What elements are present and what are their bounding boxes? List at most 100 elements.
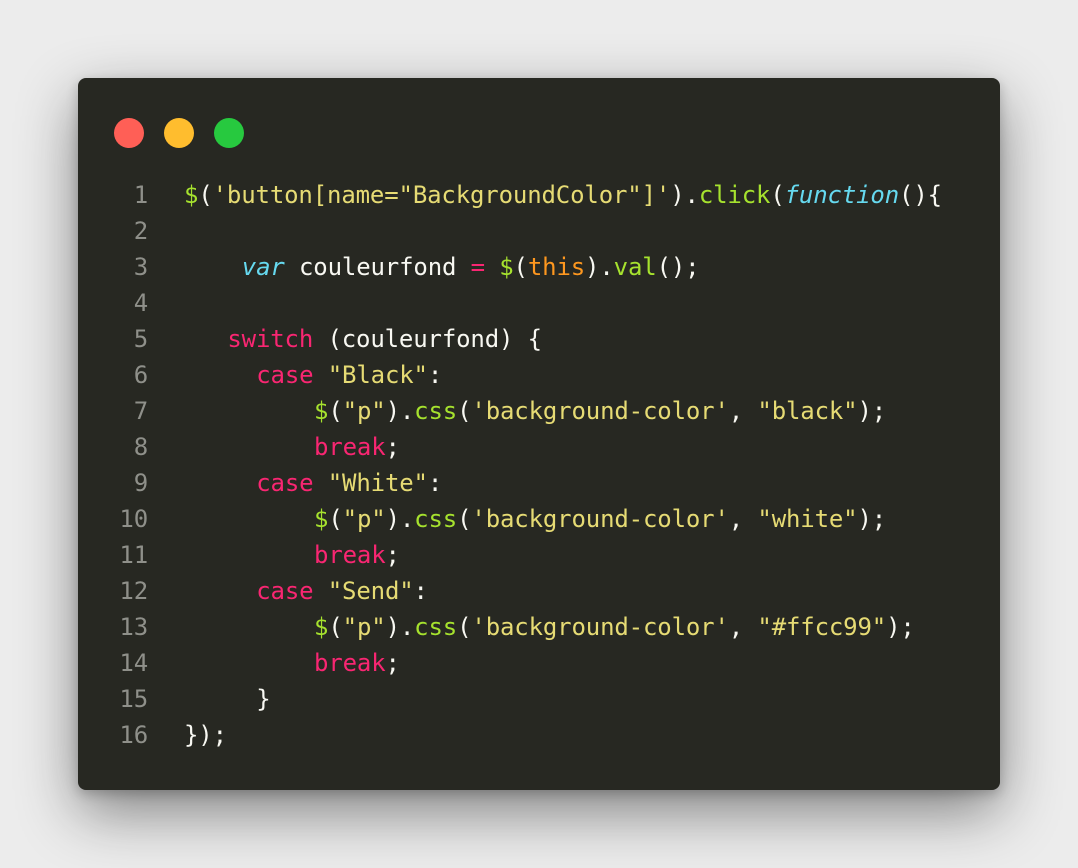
code-token-function: css [414, 397, 458, 425]
code-token-string: "black" [757, 397, 858, 425]
code-line: 6 case "Black": [78, 357, 1000, 393]
code-line-content: switch (couleurfond) { [184, 321, 542, 357]
code-token-plain: (); [656, 253, 700, 281]
minimize-window-button[interactable] [164, 118, 194, 148]
code-token-function: $ [314, 397, 329, 425]
line-number: 8 [133, 433, 148, 461]
code-token-plain: ). [385, 397, 415, 425]
code-token-string: 'background-color' [471, 505, 729, 533]
line-number: 15 [119, 685, 148, 713]
code-token-storage-italic: function [784, 181, 900, 209]
code-token-function: $ [184, 181, 199, 209]
code-token-plain: ); [857, 397, 887, 425]
code-token-string: "white" [757, 505, 858, 533]
code-token-plain: ( [457, 505, 472, 533]
code-line-content: break; [184, 645, 400, 681]
line-number: 6 [133, 361, 148, 389]
code-token-string: "White" [327, 469, 428, 497]
code-token-this: this [527, 253, 586, 281]
code-token-keyword: switch [227, 325, 314, 353]
line-number: 11 [119, 541, 148, 569]
code-token-plain: couleurfond [284, 253, 471, 281]
code-token-function: $ [499, 253, 514, 281]
line-number: 10 [119, 505, 148, 533]
line-number: 3 [133, 253, 148, 281]
code-token-function: $ [314, 613, 329, 641]
line-number: 14 [119, 649, 148, 677]
code-line: 3 var couleurfond = $(this).val(); [78, 249, 1000, 285]
code-line-content: case "Send": [184, 573, 428, 609]
code-line-content: $("p").css('background-color', "black"); [184, 393, 886, 429]
code-line: 13 $("p").css('background-color', "#ffcc9… [78, 609, 1000, 645]
code-token-plain: ). [585, 253, 614, 281]
code-token-plain: ( [198, 181, 213, 209]
code-token-keyword: case [256, 577, 314, 605]
code-token-string: 'background-color' [471, 613, 729, 641]
line-number: 1 [133, 181, 148, 209]
code-line: 14 break; [78, 645, 1000, 681]
code-line: 10 $("p").css('background-color', "white"… [78, 501, 1000, 537]
code-token-function: $ [314, 505, 329, 533]
code-token-plain: (couleurfond) { [313, 325, 542, 353]
code-token-plain: } [256, 685, 271, 713]
code-token-plain: (){ [899, 181, 942, 209]
code-line: 1 $('button[name="BackgroundColor"]').cli… [78, 177, 1000, 213]
code-line: 7 $("p").css('background-color', "black")… [78, 393, 1000, 429]
line-number: 5 [133, 325, 148, 353]
code-token-function: css [414, 505, 458, 533]
code-token-plain: }); [184, 721, 227, 749]
code-token-storage-italic: var [241, 253, 285, 281]
code-token-plain: ). [670, 181, 699, 209]
code-window: 1 $('button[name="BackgroundColor"]').cli… [78, 78, 1000, 790]
code-line-content: break; [184, 537, 400, 573]
code-token-plain: : [427, 469, 443, 497]
close-window-button[interactable] [114, 118, 144, 148]
code-line: 15} [78, 681, 1000, 717]
line-number: 9 [133, 469, 148, 497]
code-token-plain: ; [385, 541, 400, 569]
code-token-plain: , [728, 397, 758, 425]
code-line: 8 break; [78, 429, 1000, 465]
zoom-window-button[interactable] [214, 118, 244, 148]
code-token-plain: : [427, 361, 443, 389]
code-token-keyword: case [256, 469, 314, 497]
line-number: 16 [119, 721, 148, 749]
code-line: 9 case "White": [78, 465, 1000, 501]
code-token-plain: ( [328, 397, 343, 425]
code-token-function: val [613, 253, 657, 281]
code-token-plain: ( [328, 613, 343, 641]
code-token-function: click [698, 181, 771, 209]
code-token-string: "Send" [327, 577, 414, 605]
code-line: 2 [78, 213, 1000, 249]
code-token-string: 'background-color' [471, 397, 729, 425]
code-line-content: }); [184, 717, 227, 753]
line-number: 2 [133, 217, 148, 245]
code-line: 5 switch (couleurfond) { [78, 321, 1000, 357]
code-token-plain: ); [886, 613, 915, 641]
code-token-keyword: break [314, 433, 386, 461]
code-token-plain: ); [857, 505, 887, 533]
code-token-plain: ( [513, 253, 528, 281]
code-token-plain: ( [328, 505, 343, 533]
code-token-keyword: case [256, 361, 314, 389]
code-token-plain: ( [457, 397, 472, 425]
code-token-string: "#ffcc99" [757, 613, 887, 641]
code-token-plain: : [413, 577, 428, 605]
code-token-plain: ( [770, 181, 785, 209]
code-token-keyword: = [470, 253, 485, 281]
code-line-content: $("p").css('background-color', "#ffcc99"… [184, 609, 915, 645]
code-token-function: css [414, 613, 458, 641]
line-number: 7 [133, 397, 148, 425]
code-editor[interactable]: 1 $('button[name="BackgroundColor"]').cli… [78, 177, 1000, 753]
code-token-keyword: break [314, 649, 386, 677]
code-line: 11 break; [78, 537, 1000, 573]
code-line-content: $('button[name="BackgroundColor"]').clic… [184, 177, 942, 213]
code-line-content: case "Black": [184, 357, 442, 393]
code-token-plain: ). [385, 505, 415, 533]
code-line-content: break; [184, 429, 400, 465]
code-token-keyword: break [314, 541, 386, 569]
code-line: 12 case "Send": [78, 573, 1000, 609]
